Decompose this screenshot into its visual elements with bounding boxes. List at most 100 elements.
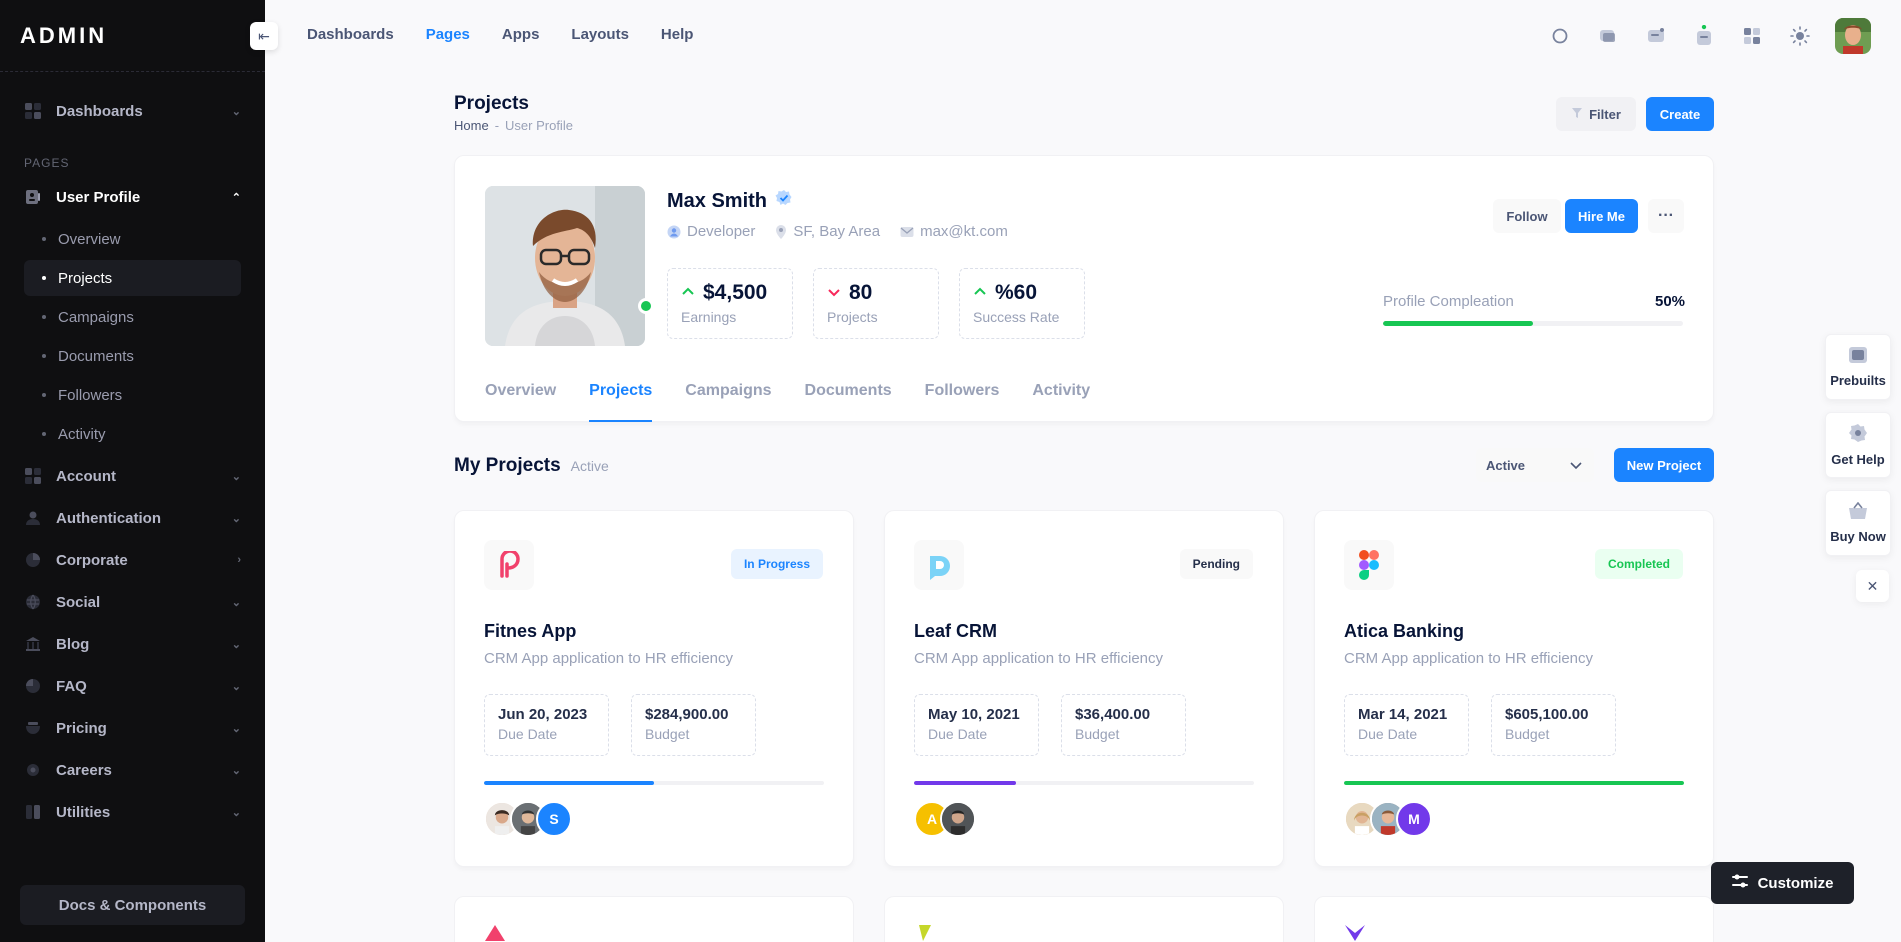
- docs-components-button[interactable]: Docs & Components: [20, 885, 245, 925]
- sidebar-item-account[interactable]: Account ⌄: [24, 455, 241, 497]
- pie-chart-icon: [24, 677, 42, 695]
- project-progress-fill: [1344, 781, 1684, 785]
- profile-email[interactable]: max@kt.com: [900, 223, 1008, 240]
- messages-icon[interactable]: [1643, 23, 1669, 49]
- sidebar-item-label: FAQ: [56, 677, 87, 695]
- sidebar-item-utilities[interactable]: Utilities ⌄: [24, 791, 241, 833]
- chevron-down-icon: ⌄: [231, 596, 241, 609]
- sidebar-subitem-campaigns[interactable]: Campaigns: [24, 299, 241, 335]
- user-avatar[interactable]: [1835, 18, 1871, 54]
- project-progress-fill: [484, 781, 654, 785]
- status-select[interactable]: Active: [1476, 448, 1594, 482]
- member-avatar[interactable]: [940, 801, 976, 837]
- budget-value: $284,900.00: [645, 706, 729, 723]
- chevron-down-icon: ⌄: [231, 806, 241, 819]
- sidebar-collapse-button[interactable]: ⇤: [250, 22, 278, 50]
- sidebar-item-corporate[interactable]: Corporate ›: [24, 539, 241, 581]
- buy-now-button[interactable]: Buy Now: [1825, 490, 1891, 556]
- project-card[interactable]: Pending Leaf CRM CRM App application to …: [884, 510, 1284, 867]
- user-circle-icon: [667, 225, 681, 239]
- sidebar-item-authentication[interactable]: Authentication ⌄: [24, 497, 241, 539]
- follow-button[interactable]: Follow: [1493, 199, 1561, 233]
- search-icon[interactable]: [1547, 23, 1573, 49]
- sidebar-item-pricing[interactable]: Pricing ⌄: [24, 707, 241, 749]
- project-progress-bar: [1344, 781, 1684, 785]
- stat-projects: 80 Projects: [813, 268, 939, 339]
- arrow-left-icon: ⇤: [258, 27, 270, 44]
- chevron-right-icon: ›: [237, 554, 241, 566]
- project-card[interactable]: In Progress Fitnes App CRM App applicati…: [454, 510, 854, 867]
- settings-icon: [24, 761, 42, 779]
- profile-role-label: Developer: [687, 223, 756, 240]
- budget-value: $605,100.00: [1505, 706, 1589, 723]
- budget-box: $36,400.00 Budget: [1061, 694, 1186, 756]
- tab-activity[interactable]: Activity: [1032, 376, 1090, 422]
- more-options-button[interactable]: ···: [1648, 199, 1684, 233]
- member-avatar[interactable]: M: [1396, 801, 1432, 837]
- prebuilts-button[interactable]: Prebuilts: [1825, 334, 1891, 400]
- project-info: Mar 14, 2021 Due Date $605,100.00 Budget: [1344, 694, 1616, 756]
- project-title[interactable]: Atica Banking: [1344, 621, 1464, 642]
- tab-projects[interactable]: Projects: [589, 376, 653, 422]
- stat-label: Projects: [827, 309, 878, 325]
- create-button[interactable]: Create: [1646, 97, 1714, 131]
- buy-now-label: Buy Now: [1830, 529, 1886, 544]
- topnav-layouts[interactable]: Layouts: [571, 26, 629, 43]
- hire-me-button[interactable]: Hire Me: [1565, 199, 1638, 233]
- new-project-button[interactable]: New Project: [1614, 448, 1714, 482]
- sidebar-subitem-overview[interactable]: Overview: [24, 221, 241, 257]
- sun-icon[interactable]: [1787, 23, 1813, 49]
- notifications-icon[interactable]: [1691, 23, 1717, 49]
- sidebar-subitem-followers[interactable]: Followers: [24, 377, 241, 413]
- sidebar-item-dashboards[interactable]: Dashboards ⌄: [24, 90, 241, 132]
- sidebar-subitem-activity[interactable]: Activity: [24, 416, 241, 452]
- project-card-partial[interactable]: [454, 896, 854, 942]
- project-card-partial[interactable]: [1314, 896, 1714, 942]
- topnav-help[interactable]: Help: [661, 26, 694, 43]
- apps-grid-icon[interactable]: [1739, 23, 1765, 49]
- member-avatar[interactable]: S: [536, 801, 572, 837]
- project-title[interactable]: Leaf CRM: [914, 621, 997, 642]
- my-projects-title: My Projects: [454, 455, 561, 476]
- topnav-apps[interactable]: Apps: [502, 26, 540, 43]
- due-date-box: Mar 14, 2021 Due Date: [1344, 694, 1469, 756]
- customize-label: Customize: [1757, 874, 1834, 892]
- sidebar-item-faq[interactable]: FAQ ⌄: [24, 665, 241, 707]
- close-icon: ✕: [1866, 577, 1879, 594]
- sidebar-item-careers[interactable]: Careers ⌄: [24, 749, 241, 791]
- sidebar-item-user-profile[interactable]: User Profile ⌃: [24, 176, 241, 218]
- profile-role[interactable]: Developer: [667, 223, 755, 240]
- sidebar-item-social[interactable]: Social ⌄: [24, 581, 241, 623]
- hide-tools-button[interactable]: ✕: [1856, 570, 1889, 602]
- sidebar-item-blog[interactable]: Blog ⌄: [24, 623, 241, 665]
- project-info: May 10, 2021 Due Date $36,400.00 Budget: [914, 694, 1186, 756]
- bullet: [42, 237, 46, 241]
- bullet: [42, 354, 46, 358]
- bullet: [42, 393, 46, 397]
- filter-button[interactable]: Filter: [1556, 97, 1636, 131]
- page-title: Projects: [454, 93, 529, 114]
- get-help-button[interactable]: Get Help: [1825, 412, 1891, 478]
- app-logo[interactable]: ADMIN: [0, 0, 265, 72]
- envelope-icon: [900, 226, 914, 238]
- profile-location[interactable]: SF, Bay Area: [775, 223, 880, 240]
- topnav-pages[interactable]: Pages: [426, 26, 470, 43]
- tab-followers[interactable]: Followers: [925, 376, 1000, 422]
- sidebar-subitem-projects[interactable]: Projects: [24, 260, 241, 296]
- topnav-dashboards[interactable]: Dashboards: [307, 26, 394, 43]
- tab-overview[interactable]: Overview: [485, 376, 556, 422]
- project-title[interactable]: Fitnes App: [484, 621, 576, 642]
- chat-icon[interactable]: [1595, 23, 1621, 49]
- profile-name[interactable]: Max Smith: [667, 190, 767, 213]
- location-pin-icon: [775, 224, 787, 239]
- project-card[interactable]: Completed Atica Banking CRM App applicat…: [1314, 510, 1714, 867]
- project-card-partial[interactable]: [884, 896, 1284, 942]
- chevron-down-icon: ⌄: [231, 512, 241, 525]
- sidebar-item-label: Dashboards: [56, 102, 143, 120]
- customize-button[interactable]: Customize: [1711, 862, 1854, 904]
- tab-campaigns[interactable]: Campaigns: [685, 376, 771, 422]
- tab-documents[interactable]: Documents: [805, 376, 892, 422]
- sidebar-subitem-documents[interactable]: Documents: [24, 338, 241, 374]
- breadcrumb-home[interactable]: Home: [454, 118, 489, 133]
- due-date-value: Mar 14, 2021: [1358, 706, 1448, 723]
